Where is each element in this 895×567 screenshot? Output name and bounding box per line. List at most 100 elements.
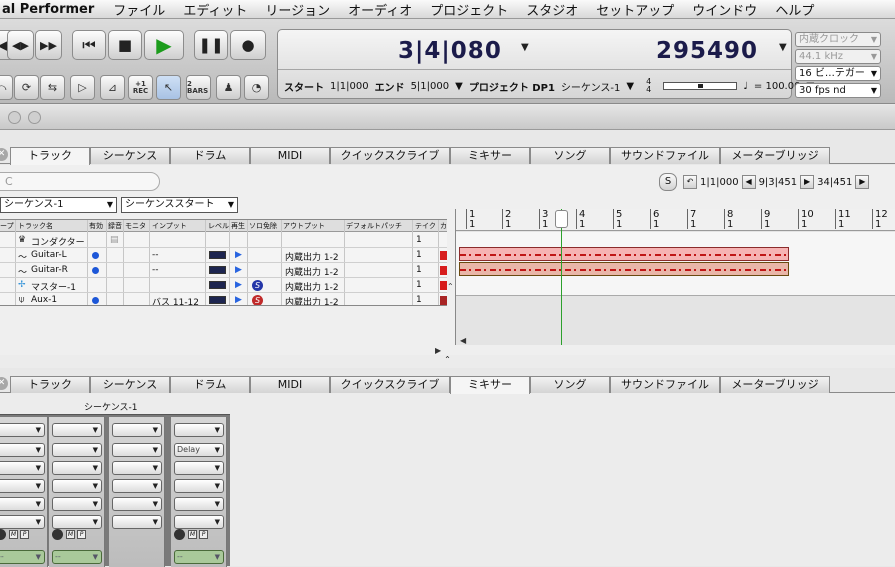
- track-output[interactable]: 内蔵出力 1-2: [285, 295, 339, 305]
- menu-file[interactable]: ファイル: [104, 0, 174, 19]
- mixer-output-select[interactable]: --: [0, 550, 45, 564]
- level-meter[interactable]: [209, 251, 226, 259]
- tab-midi[interactable]: MIDI: [250, 147, 330, 164]
- splitter-handle-icon[interactable]: ⌃: [444, 355, 451, 364]
- col-default-patch[interactable]: デフォルトパッチ: [346, 221, 402, 231]
- level-meter[interactable]: [209, 281, 226, 289]
- play-icon[interactable]: ▶: [235, 295, 242, 305]
- nav-end-arrow-icon[interactable]: ▶: [855, 175, 870, 189]
- tab-song[interactable]: ソング: [530, 147, 610, 164]
- start-select[interactable]: シーケンススタート ▼: [121, 197, 238, 213]
- col-track-name[interactable]: トラック名: [18, 221, 53, 231]
- shuttle-button[interactable]: ⇆: [40, 75, 65, 100]
- menu-studio[interactable]: スタジオ: [517, 0, 587, 19]
- menu-help[interactable]: ヘルプ: [766, 0, 823, 19]
- track-color-swatch[interactable]: [440, 281, 447, 290]
- tab-midi[interactable]: MIDI: [250, 376, 330, 393]
- track-name[interactable]: Guitar-L: [31, 250, 67, 260]
- tab-song[interactable]: ソング: [530, 376, 610, 393]
- play-icon[interactable]: ▶: [235, 280, 242, 290]
- memory-cycle-button[interactable]: ⟳: [14, 75, 39, 100]
- close-icon[interactable]: ✕: [0, 148, 8, 161]
- table-row[interactable]: ⍦ Aux-1 バス 11-12 ▶ S 内蔵出力 1-2 1: [0, 293, 447, 305]
- stop-button[interactable]: ■: [108, 30, 142, 60]
- mixer-insert-select[interactable]: [112, 497, 162, 511]
- nav-right-arrow-icon[interactable]: ▶: [800, 175, 815, 189]
- mute-button[interactable]: M: [188, 530, 197, 539]
- close-icon[interactable]: ✕: [0, 377, 8, 390]
- track-take[interactable]: 1: [416, 235, 422, 245]
- tab-tracks[interactable]: トラック: [10, 376, 90, 393]
- track-input[interactable]: バス 11-12: [152, 295, 199, 305]
- menu-window[interactable]: ウインドウ: [683, 0, 766, 19]
- col-take[interactable]: テイク: [415, 221, 436, 231]
- samples-counter[interactable]: 295490: [656, 38, 758, 64]
- mixer-insert-select[interactable]: [52, 461, 102, 475]
- mixer-insert-select[interactable]: [174, 461, 224, 475]
- track-color-swatch[interactable]: [440, 251, 447, 260]
- send-knob[interactable]: [0, 529, 6, 540]
- clock-button[interactable]: ◔: [244, 75, 269, 100]
- level-meter[interactable]: [209, 296, 226, 304]
- tab-soundfiles[interactable]: サウンドファイル: [610, 147, 720, 164]
- tab-tracks[interactable]: トラック: [10, 147, 90, 165]
- time-signature[interactable]: 44: [646, 78, 657, 94]
- send-knob[interactable]: [52, 529, 63, 540]
- nav-start-value[interactable]: 1|1|000: [700, 177, 739, 188]
- end-chevron-icon[interactable]: ▼: [455, 81, 463, 92]
- mixer-insert-select[interactable]: [52, 479, 102, 493]
- mixer-insert-select[interactable]: Delay: [174, 443, 224, 457]
- tab-quickscribe[interactable]: クイックスクライブ: [330, 147, 450, 164]
- clock-source-select[interactable]: 内蔵クロック ▼: [795, 32, 881, 47]
- tab-mixer[interactable]: ミキサー: [450, 147, 530, 164]
- mixer-input-select[interactable]: [0, 423, 45, 437]
- sample-rate-select[interactable]: 44.1 kHz ▼: [795, 49, 881, 64]
- pointer-tool-button[interactable]: ↖: [156, 75, 181, 100]
- nav-mid-value[interactable]: 9|3|451: [759, 177, 798, 188]
- tab-meterbridge[interactable]: メーターブリッジ: [720, 147, 830, 164]
- time-counter[interactable]: 3|4|080: [398, 38, 502, 64]
- col-color[interactable]: カ: [440, 221, 447, 231]
- track-color-swatch[interactable]: [440, 266, 447, 275]
- track-take[interactable]: 1: [416, 265, 422, 275]
- track-input[interactable]: --: [152, 265, 159, 275]
- mixer-insert-select[interactable]: [112, 515, 162, 529]
- mixer-output-select[interactable]: --: [174, 550, 224, 564]
- mixer-input-select[interactable]: [52, 423, 102, 437]
- audio-region-guitar-r[interactable]: [459, 262, 789, 276]
- track-name[interactable]: コンダクター: [31, 235, 85, 248]
- table-row[interactable]: 〜 Guitar-L -- ▶ 内蔵出力 1-2 1: [0, 248, 447, 263]
- col-solo-safe[interactable]: ソロ免除: [249, 221, 277, 231]
- track-input[interactable]: --: [152, 250, 159, 260]
- frame-rate-select[interactable]: 30 fps nd ▼: [795, 83, 881, 98]
- col-play[interactable]: 再生: [231, 221, 245, 231]
- col-monitor[interactable]: モニタ: [125, 221, 146, 231]
- step-button[interactable]: ◀▶: [7, 30, 34, 60]
- menu-edit[interactable]: エディット: [174, 0, 256, 19]
- track-take[interactable]: 1: [416, 280, 422, 290]
- snap-button[interactable]: S: [659, 173, 677, 191]
- search-input[interactable]: C: [0, 172, 160, 191]
- timeline-ruler[interactable]: 11 21 31 41 51 61 71 81 91 10 1 11 1 12 1: [456, 209, 895, 231]
- menu-audio[interactable]: オーディオ: [339, 0, 421, 19]
- level-meter[interactable]: [209, 266, 226, 274]
- mixer-input-select[interactable]: [174, 423, 224, 437]
- mixer-insert-select[interactable]: [0, 479, 45, 493]
- tempo-slider-thumb[interactable]: [698, 84, 704, 88]
- end-value[interactable]: 5|1|000: [411, 81, 450, 92]
- tempo-value[interactable]: = 100.00: [754, 81, 801, 92]
- pause-button[interactable]: ❚❚: [194, 30, 228, 60]
- mixer-insert-select[interactable]: [0, 443, 45, 457]
- pre-button[interactable]: P: [77, 530, 86, 539]
- rec-button[interactable]: +1 REC: [128, 75, 153, 100]
- wait-button[interactable]: ▷: [70, 75, 95, 100]
- tab-mixer[interactable]: ミキサー: [450, 376, 530, 394]
- skip-back-button[interactable]: ⏮: [72, 30, 106, 60]
- mixer-input-select[interactable]: [112, 423, 162, 437]
- solo-safe-icon[interactable]: S: [252, 295, 263, 305]
- mixer-insert-select[interactable]: [174, 479, 224, 493]
- tab-sequence[interactable]: シーケンス: [90, 147, 170, 164]
- enable-toggle[interactable]: [92, 297, 99, 304]
- tab-soundfiles[interactable]: サウンドファイル: [610, 376, 720, 393]
- menu-project[interactable]: プロジェクト: [421, 0, 517, 19]
